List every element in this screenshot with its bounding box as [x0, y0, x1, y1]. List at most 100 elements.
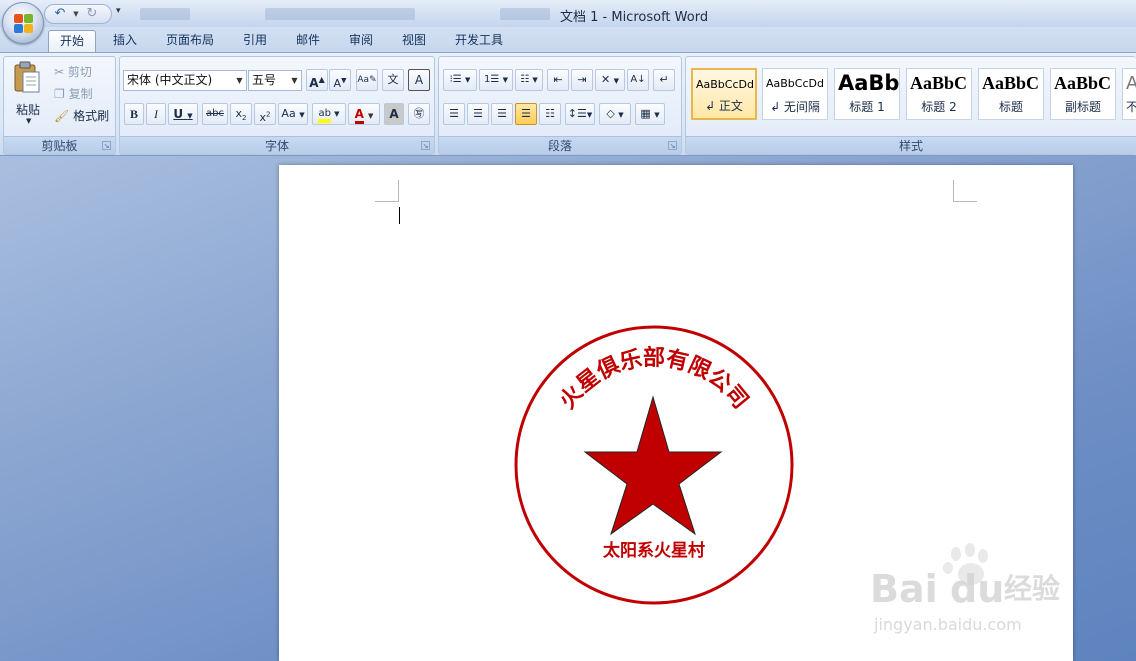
window-title: 文档 1 - Microsoft Word — [560, 10, 709, 25]
text-cursor — [399, 207, 400, 224]
align-right-button[interactable]: ☰ — [491, 103, 513, 125]
multilevel-list-button[interactable]: ☷ ▼ — [515, 69, 543, 91]
watermark-brand-2: du — [950, 567, 1004, 611]
style-subtitle[interactable]: AaBbC 副标题 — [1050, 68, 1116, 120]
strikethrough-button[interactable]: abc — [202, 103, 228, 125]
shrink-font-button[interactable]: A▼ — [329, 69, 351, 91]
clipboard-group: 粘贴 ▼ ✂ 剪切 ❐ 复制 🖌 格式刷 剪贴板 ↘ — [3, 56, 116, 155]
char-shading-button[interactable]: A — [384, 103, 404, 125]
decrease-indent-button[interactable]: ⇤ — [547, 69, 569, 91]
tab-developer[interactable]: 开发工具 — [446, 30, 512, 52]
border-icon: ▦ — [640, 107, 651, 120]
style-title[interactable]: AaBbC 标题 — [978, 68, 1044, 120]
background-taskbar-item — [140, 8, 190, 20]
quick-access-toolbar: ↶ ▼ ↻ — [44, 4, 112, 24]
superscript-button[interactable]: x2 — [254, 103, 276, 125]
clear-format-icon: Aa✎ — [357, 75, 377, 85]
grow-font-button[interactable]: A▲ — [306, 69, 328, 91]
paragraph-launcher-icon[interactable]: ↘ — [668, 141, 677, 150]
style-sample: AaBbC — [982, 73, 1040, 93]
increase-indent-button[interactable]: ⇥ — [571, 69, 593, 91]
clipboard-launcher-icon[interactable]: ↘ — [102, 141, 111, 150]
style-heading-1[interactable]: AaBb 标题 1 — [834, 68, 900, 120]
chevron-down-icon: ▼ — [291, 76, 298, 85]
baidu-watermark: Bai du 经验 jingyan.baidu.com — [870, 543, 1060, 634]
format-painter-button[interactable]: 🖌 格式刷 — [54, 107, 109, 124]
paste-button[interactable]: 粘贴 ▼ — [12, 61, 46, 131]
distributed-button[interactable]: ☷ — [539, 103, 561, 125]
style-no-spacing[interactable]: AaBbCcDd ↲ 无间隔 — [762, 68, 828, 120]
office-button[interactable] — [2, 2, 44, 44]
tab-view[interactable]: 视图 — [392, 30, 436, 52]
style-heading-2[interactable]: AaBbC 标题 2 — [906, 68, 972, 120]
tab-mailings[interactable]: 邮件 — [286, 30, 330, 52]
cut-label: 剪切 — [67, 65, 92, 79]
style-normal[interactable]: AaBbCcDd ↲ 正文 — [691, 68, 757, 120]
style-name: 标题 — [998, 100, 1023, 114]
bullet-list-icon: ⁝☰ — [449, 74, 462, 85]
background-taskbar-item — [500, 8, 550, 20]
tab-references[interactable]: 引用 — [233, 30, 277, 52]
superscript-icon: x2 — [259, 110, 271, 124]
paste-dropdown-icon[interactable]: ▼ — [26, 117, 31, 125]
margin-corner-mark — [953, 180, 977, 202]
style-name: 标题 2 — [921, 100, 957, 114]
watermark-product: 经验 — [1004, 572, 1060, 605]
bold-button[interactable]: B — [124, 103, 144, 125]
copy-icon: ❐ — [54, 87, 65, 101]
italic-button[interactable]: I — [146, 103, 166, 125]
change-case-button[interactable]: Aa ▼ — [278, 103, 308, 125]
cut-button[interactable]: ✂ 剪切 — [54, 63, 92, 80]
align-center-button[interactable]: ☰ — [467, 103, 489, 125]
align-right-icon: ☰ — [497, 107, 507, 120]
shading-button[interactable]: ◇ ▼ — [599, 103, 631, 125]
font-color-icon: A — [354, 107, 364, 124]
clear-format-button[interactable]: Aa✎ — [356, 69, 378, 91]
office-logo-icon — [14, 14, 34, 34]
font-color-button[interactable]: A ▼ — [348, 103, 380, 125]
bullets-button[interactable]: ⁝☰ ▼ — [443, 69, 477, 91]
numbered-list-icon: 1☰ — [484, 74, 500, 85]
paint-bucket-icon: ◇ — [606, 107, 615, 120]
company-seal[interactable]: 火星俱乐部有限公司 太阳系火星村 — [511, 322, 797, 608]
highlight-button[interactable]: ab ▼ — [312, 103, 346, 125]
copy-button[interactable]: ❐ 复制 — [54, 85, 93, 102]
paragraph-group-label: 段落 — [439, 136, 681, 154]
tab-page-layout[interactable]: 页面布局 — [157, 30, 223, 52]
tab-insert[interactable]: 插入 — [103, 30, 147, 52]
paste-icon — [14, 61, 40, 93]
shrink-font-icon: A▼ — [333, 76, 347, 90]
numbering-button[interactable]: 1☰ ▼ — [479, 69, 513, 91]
redo-icon[interactable]: ↻ — [83, 6, 101, 22]
tab-home[interactable]: 开始 — [48, 30, 96, 52]
watermark-brand: Bai — [870, 567, 938, 611]
style-name: ↲ 正文 — [705, 99, 743, 113]
chinese-layout-button[interactable]: ✕ ▼ — [595, 69, 625, 91]
justify-button[interactable]: ☰ — [515, 103, 537, 125]
line-spacing-icon: ↕☰ — [567, 107, 587, 120]
customize-qat-icon[interactable]: ▾ — [116, 6, 121, 16]
paste-label: 粘贴 — [16, 103, 41, 117]
align-left-button[interactable]: ☰ — [443, 103, 465, 125]
sort-button[interactable]: A↓ — [627, 69, 649, 91]
seal-address: 太阳系火星村 — [603, 540, 705, 561]
char-border-button[interactable]: A — [408, 69, 430, 91]
underline-button[interactable]: U ▼ — [168, 103, 198, 125]
ribbon-tab-bar: 开始 插入 页面布局 引用 邮件 审阅 视图 开发工具 — [0, 27, 1136, 52]
multilevel-list-icon: ☷ — [520, 74, 530, 85]
phonetic-guide-button[interactable]: 文 — [382, 69, 404, 91]
font-size-combo[interactable]: 五号 ▼ — [248, 70, 302, 91]
font-name-combo[interactable]: 宋体 (中文正文) ▼ — [123, 70, 247, 91]
show-marks-button[interactable]: ↵ — [653, 69, 675, 91]
line-spacing-button[interactable]: ↕☰▼ — [565, 103, 595, 125]
tab-review[interactable]: 审阅 — [339, 30, 383, 52]
font-launcher-icon[interactable]: ↘ — [421, 141, 430, 150]
borders-button[interactable]: ▦ ▼ — [635, 103, 665, 125]
char-shading-icon: A — [389, 107, 399, 121]
subscript-button[interactable]: x2 — [230, 103, 252, 125]
background-taskbar-item — [265, 8, 415, 20]
styles-group-label: 样式 — [686, 136, 1136, 154]
style-next[interactable]: A 不 — [1122, 68, 1136, 120]
font-group: 宋体 (中文正文) ▼ 五号 ▼ A▲ A▼ Aa✎ 文 A B I U ▼ a… — [119, 56, 435, 155]
enclose-char-button[interactable]: ㊢ — [408, 103, 430, 125]
